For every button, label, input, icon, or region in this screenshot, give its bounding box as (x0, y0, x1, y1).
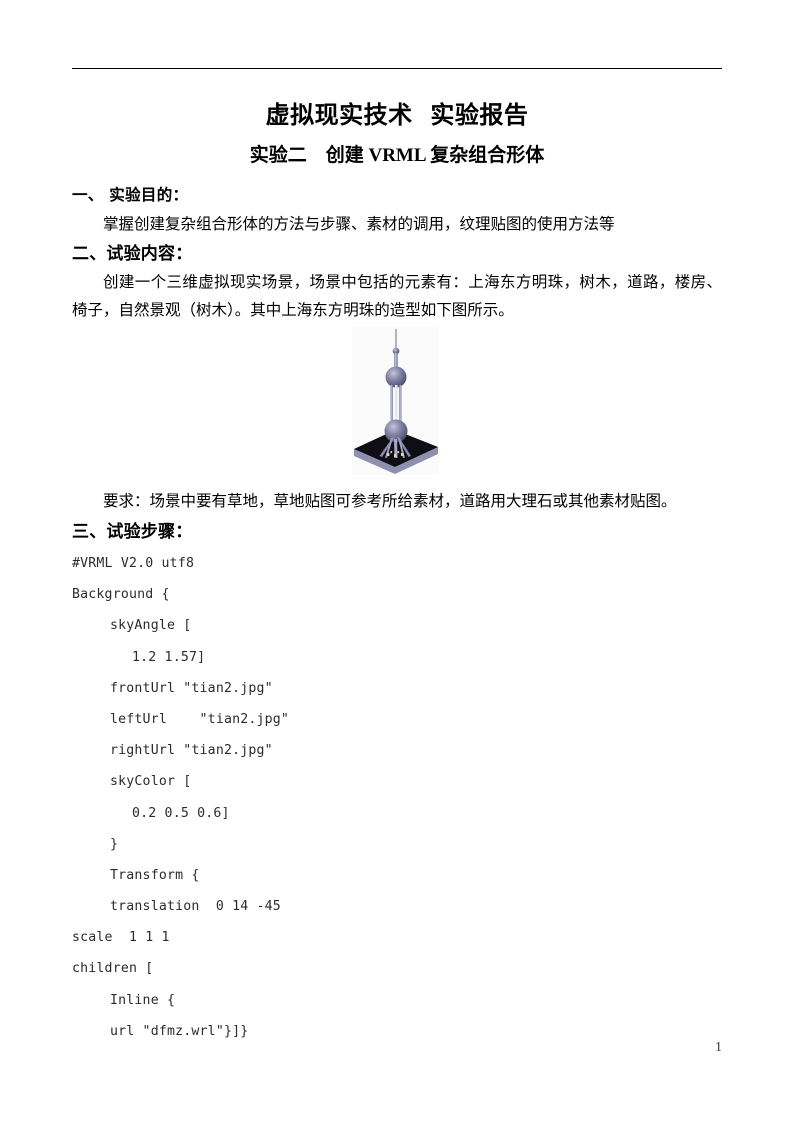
code-line: frontUrl "tian2.jpg" (110, 680, 273, 696)
code-line: Inline { (110, 992, 176, 1008)
document-page: 虚拟现实技术 实验报告 实验二 创建 VRML 复杂组合形体 一、 实验目的： … (0, 0, 793, 1122)
section-heading-content: 二、试验内容： (72, 244, 193, 263)
paragraph-content: 创建一个三维虚拟现实场景，场景中包括的元素有：上海东方明珠，树木，道路，楼房、椅… (72, 274, 722, 319)
code-line: 0.2 0.5 0.6] (132, 805, 230, 821)
code-line: scale 1 1 1 (72, 930, 170, 946)
code-line: translation 0 14 -45 (110, 899, 281, 915)
paragraph-requirement: 要求：场景中要有草地，草地贴图可参考所给素材，道路用大理石或其他素材贴图。 (103, 493, 677, 510)
section-heading-steps: 三、试验步骤： (72, 522, 193, 541)
document-subtitle: 实验二 创建 VRML 复杂组合形体 (249, 145, 545, 166)
code-line: Transform { (110, 867, 200, 883)
tower-illustration (352, 327, 439, 475)
code-line: leftUrl "tian2.jpg" (110, 711, 290, 727)
vrml-code-block: #VRML V2.0 utf8 Background { skyAngle [ 1.2… (72, 548, 722, 1047)
upper-sphere (385, 366, 407, 388)
code-line: url "dfmz.wrl"}]} (110, 1023, 249, 1039)
page-number: 1 (715, 1040, 722, 1055)
code-line: children [ (72, 961, 154, 977)
code-line: #VRML V2.0 utf8 (72, 556, 195, 571)
code-line: 1.2 1.57] (132, 649, 206, 665)
document-title: 虚拟现实技术 实验报告 (265, 101, 529, 129)
code-line: Background { (72, 587, 170, 603)
header-divider (72, 68, 722, 69)
code-line: skyAngle [ (110, 618, 192, 634)
paragraph-purpose: 掌握创建复杂组合形体的方法与步骤、素材的调用，纹理贴图的使用方法等 (103, 216, 615, 233)
code-line: skyColor [ (110, 774, 192, 790)
code-line: } (110, 836, 119, 852)
section-heading-purpose: 一、 实验目的： (72, 186, 189, 204)
figure-oriental-pearl-tower (352, 327, 439, 475)
code-line: rightUrl "tian2.jpg" (110, 743, 273, 759)
